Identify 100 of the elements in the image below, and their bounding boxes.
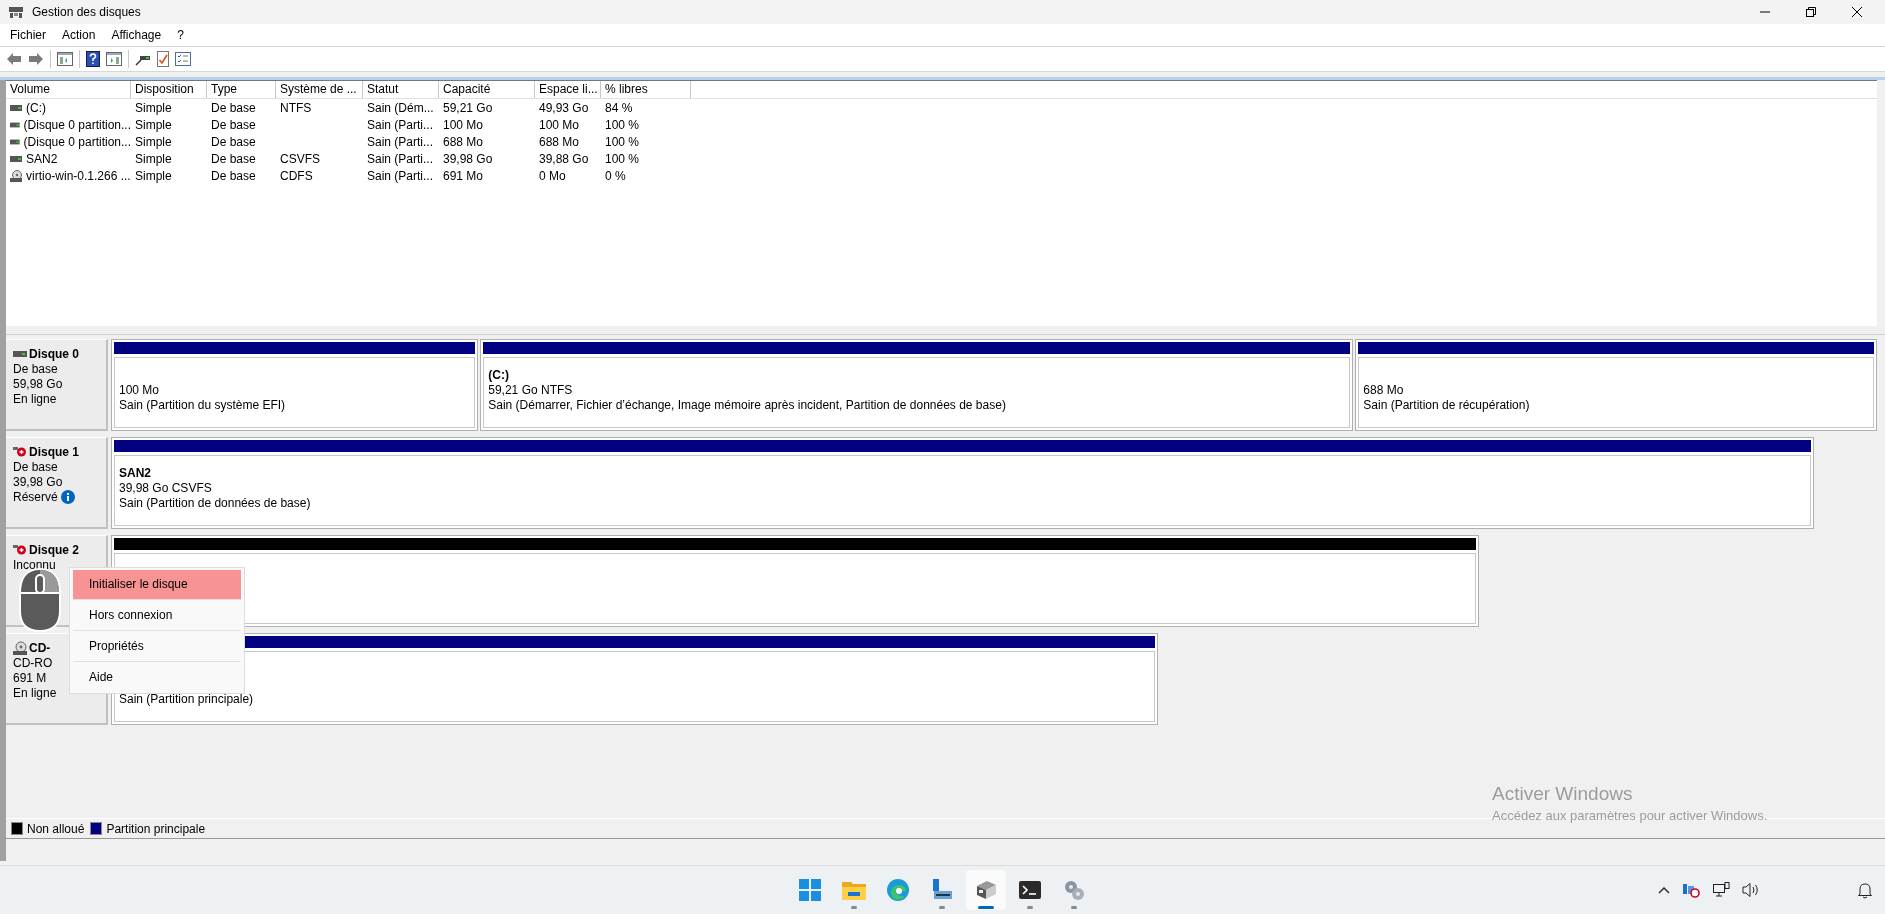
menu-item[interactable]: Propriétés — [73, 632, 241, 662]
disk-name: Disque 0 — [29, 346, 79, 361]
disk-detail: CD-RO — [13, 655, 53, 670]
table-cell: Simple — [135, 151, 172, 166]
list-icon[interactable] — [175, 52, 191, 66]
column-header[interactable]: Capacité — [439, 81, 535, 98]
table-cell: 100 % — [605, 151, 640, 166]
legend-label: Partition principale — [106, 821, 206, 836]
checklist-icon[interactable] — [157, 51, 169, 67]
table-cell: 84 % — [605, 100, 633, 115]
table-cell: (Disque 0 partition... — [23, 134, 131, 149]
partition-block[interactable]: 688 Mo Sain (Partition de récupération) — [1355, 339, 1877, 431]
menu-item[interactable]: Fichier — [2, 28, 54, 42]
speaker-icon[interactable] — [1742, 882, 1760, 898]
table-cell: De base — [211, 168, 256, 183]
partition-title: SAN2 — [119, 466, 152, 481]
network-icon[interactable] — [1712, 882, 1730, 898]
disk-detail: 59,98 Go — [13, 376, 63, 391]
taskbar-button[interactable] — [966, 870, 1006, 910]
forward-arrow-icon[interactable] — [28, 52, 44, 66]
activation-title: Activer Windows — [1492, 783, 1634, 805]
partition-info: Sain (Partition de récupération) — [1363, 398, 1531, 413]
menu-item[interactable]: Affichage — [103, 28, 170, 42]
table-cell: Simple — [135, 134, 172, 149]
partition-info: Sain (Partition principale) — [119, 692, 255, 707]
table-cell: 100 % — [605, 117, 640, 132]
table-cell: De base — [211, 100, 256, 115]
menu-item[interactable]: Action — [54, 28, 104, 42]
help-icon[interactable] — [86, 51, 100, 67]
terminal-icon — [1019, 881, 1041, 899]
column-header[interactable]: Disposition — [131, 81, 207, 98]
disk-detail: 691 M — [13, 670, 47, 685]
disk-detail: En ligne — [13, 685, 57, 700]
disk-detail: En ligne — [13, 391, 57, 406]
drive-icon — [10, 104, 22, 111]
start-icon — [799, 879, 821, 901]
partition-title: (C:) — [488, 368, 510, 383]
column-header[interactable]: Volume — [6, 81, 131, 98]
partition-block[interactable]: (C:) 59,21 Go NTFS Sain (Démarrer, Fichier d’échange, Image mémoire après incident, Partition de données de base) — [480, 339, 1354, 431]
drive-icon — [10, 121, 20, 128]
table-cell: CDFS — [280, 168, 313, 183]
drive-error-icon — [13, 445, 27, 458]
table-cell: 100 Mo — [539, 117, 580, 132]
bell-icon[interactable] — [1857, 881, 1873, 899]
menu-item[interactable]: Hors connexion — [73, 601, 241, 631]
partition-info: 100 Mo — [119, 383, 161, 398]
menu-item[interactable]: Initialiser le disque — [73, 570, 241, 600]
partition-info: 59,21 Go NTFS — [488, 383, 574, 398]
folder-icon — [842, 880, 866, 900]
table-cell: De base — [211, 151, 256, 166]
column-header[interactable]: Système de ... — [276, 81, 363, 98]
table-cell: 691 Mo — [443, 168, 484, 183]
disk-detail: De base — [13, 459, 58, 474]
close-icon[interactable] — [1851, 6, 1863, 18]
table-cell: 100 Mo — [443, 117, 484, 132]
table-cell: 688 Mo — [443, 134, 484, 149]
table-cell: Sain (Parti... — [367, 151, 434, 166]
partition-info: Sain (Partition du système EFI) — [119, 398, 287, 413]
partition-info: Sain (Démarrer, Fichier d’échange, Image mémoire après incident, Partition de données de base) — [488, 398, 1007, 413]
table-cell: Sain (Parti... — [367, 168, 434, 183]
column-header[interactable]: Statut — [363, 81, 439, 98]
table-cell: 49,93 Go — [539, 100, 589, 115]
chevron-up-icon[interactable] — [1658, 886, 1670, 894]
column-header[interactable]: % libres — [601, 81, 691, 98]
disk-drive-icon — [975, 880, 997, 900]
drive-icon — [13, 350, 27, 357]
table-cell: SAN2 — [26, 151, 58, 166]
disk-detail: Inconnu — [13, 557, 56, 572]
partition-info: Sain (Partition de données de base) — [119, 496, 312, 511]
table-cell: 39,98 Go — [443, 151, 493, 166]
window-title: Gestion des disques — [32, 5, 141, 19]
column-header[interactable]: Espace li... — [535, 81, 601, 98]
disk-detail: De base — [13, 361, 58, 376]
table-cell: Simple — [135, 168, 172, 183]
app-icon — [8, 5, 24, 19]
panel-icon[interactable] — [106, 52, 122, 66]
column-header[interactable]: Type — [207, 81, 276, 98]
restore-icon[interactable] — [1805, 6, 1817, 18]
table-cell: CSVFS — [280, 151, 320, 166]
table-cell: De base — [211, 134, 256, 149]
table-cell: 0 % — [605, 168, 626, 183]
legend-label: Non alloué — [27, 821, 85, 836]
cd-drive-icon — [13, 640, 27, 655]
disk-label-panel[interactable]: Disque 1 De base 39,98 Go Réservé — [6, 437, 108, 529]
menu-item[interactable]: ? — [169, 28, 192, 42]
partition-info: 39,98 Go CSVFS — [119, 481, 213, 496]
server-icon — [931, 879, 953, 901]
partition-block[interactable]: SAN2 39,98 Go CSVFS Sain (Partition de données de base) — [111, 437, 1814, 529]
back-arrow-icon[interactable] — [6, 52, 22, 66]
table-cell: Sain (Parti... — [367, 134, 434, 149]
disk-label-panel[interactable]: Disque 0 De base 59,98 Go En ligne — [6, 339, 108, 431]
partition-block[interactable]: 100 Mo Sain (Partition du système EFI) — [111, 339, 479, 431]
network-alert-icon[interactable] — [1682, 882, 1700, 898]
table-cell: 59,21 Go — [443, 100, 493, 115]
table-cell: virtio-win-0.1.266 ... — [26, 168, 131, 183]
panel-icon[interactable] — [57, 52, 73, 66]
drive-icon — [10, 155, 22, 162]
cd-drive-icon — [10, 169, 22, 182]
table-cell: De base — [211, 117, 256, 132]
table-cell: 39,88 Go — [539, 151, 589, 166]
